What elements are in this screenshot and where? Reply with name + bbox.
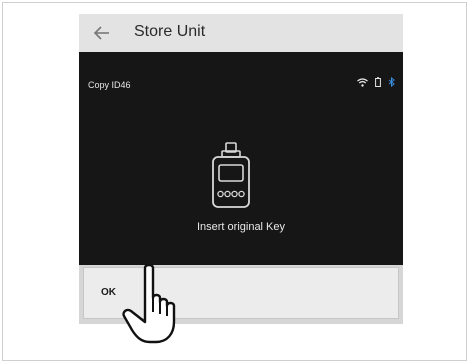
device-display: Store Unit Copy ID46 Insert original Key… xyxy=(79,14,403,324)
key-fob-icon xyxy=(212,142,250,208)
wifi-icon xyxy=(357,77,368,87)
back-button[interactable] xyxy=(91,22,113,44)
app-bar: Store Unit xyxy=(79,14,403,52)
ok-button[interactable]: OK xyxy=(83,267,399,319)
ok-button-label: OK xyxy=(101,287,116,298)
battery-icon xyxy=(375,77,381,87)
action-area: OK xyxy=(79,265,403,324)
status-text: Copy ID46 xyxy=(88,80,131,90)
status-icons xyxy=(357,77,395,87)
page-title: Store Unit xyxy=(134,23,206,40)
insert-key-prompt: Insert original Key xyxy=(196,221,286,233)
arrow-left-icon xyxy=(93,26,109,40)
bluetooth-icon xyxy=(388,77,395,87)
main-screen: Copy ID46 Insert original Key xyxy=(79,52,403,265)
